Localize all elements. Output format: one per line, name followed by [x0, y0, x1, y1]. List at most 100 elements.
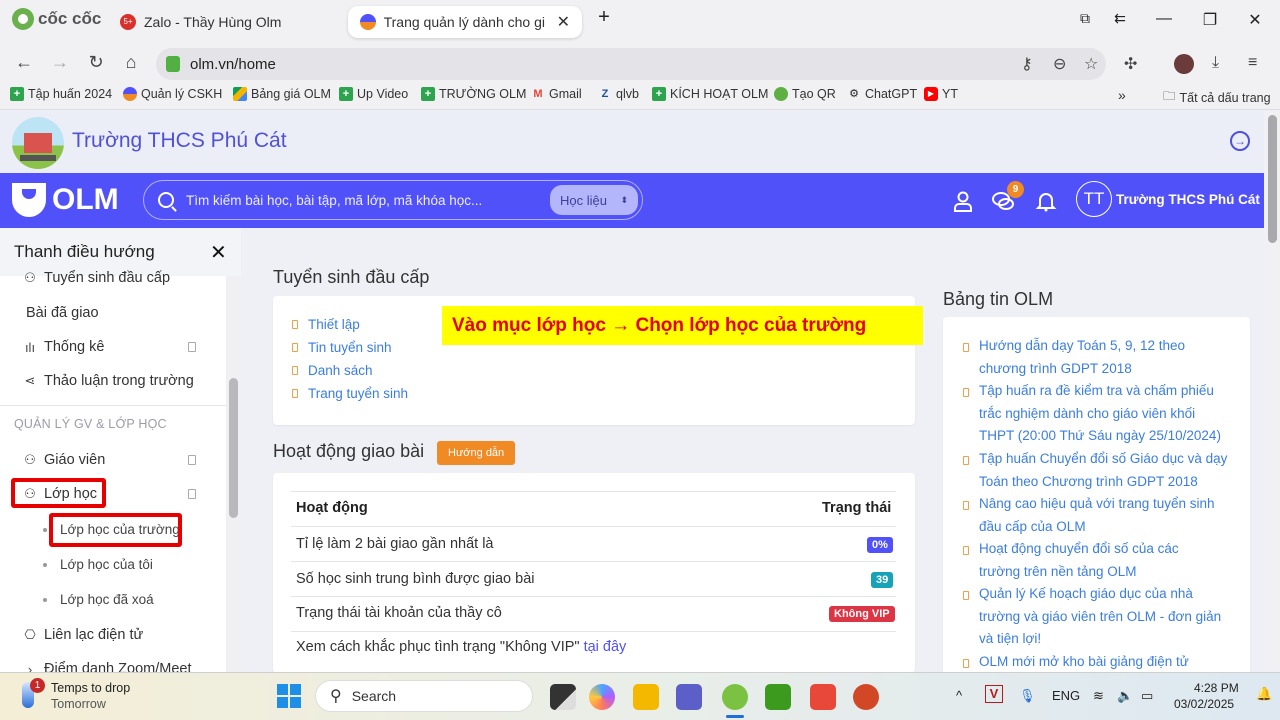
vietkey-icon[interactable]: V [985, 685, 1003, 703]
tab-zalo[interactable]: 5+ Zalo - Thầy Hùng Olm [108, 6, 293, 38]
wifi-icon[interactable]: ≋ [1093, 688, 1104, 704]
camtasia-green-icon[interactable] [765, 684, 791, 710]
sidebar-item-tuyen-sinh[interactable]: ⚇ Tuyển sinh đầu cấp [22, 270, 170, 286]
extensions-icon[interactable]: ✣ [1124, 54, 1137, 74]
sidebar-subitem-lop-hoc-da-xoa[interactable]: Lớp học đã xoá [60, 592, 154, 607]
bookmark-tao-qr[interactable]: Tạo QR [774, 87, 836, 101]
expand-icon[interactable] [188, 455, 196, 465]
bookmark-tap-huan[interactable]: + Tập huấn 2024 [10, 87, 112, 101]
tray-overflow-chevron-icon[interactable]: ^ [956, 688, 962, 703]
download-icon[interactable]: ⤓ [1212, 54, 1219, 72]
news-item[interactable]: Tập huấn Chuyển đổi số Giáo dục và dạy T… [979, 448, 1229, 493]
more-bookmarks-button[interactable]: » [1118, 87, 1126, 103]
url-text[interactable]: olm.vn/home [190, 56, 276, 73]
language-indicator[interactable]: ENG [1052, 688, 1080, 703]
bookmark-bang-gia[interactable]: Bảng giá OLM [233, 87, 331, 101]
fix-vip-link[interactable]: tại đây [584, 639, 627, 655]
home-button[interactable]: ⌂ [119, 52, 143, 73]
user-icon[interactable] [951, 189, 975, 213]
sidebar-item-giao-vien[interactable]: ⚇ Giáo viên [22, 452, 105, 468]
sidebar-subitem-lop-hoc-cua-toi[interactable]: Lớp học của tôi [60, 557, 153, 572]
sidebar-item-thao-luan[interactable]: ⋖ Thảo luận trong trường [22, 373, 194, 389]
coccoc-taskbar-icon[interactable] [722, 684, 748, 710]
minimize-button[interactable]: — [1152, 10, 1176, 28]
bookmark-gmail[interactable]: M Gmail [531, 87, 581, 101]
windows-start-icon[interactable] [277, 684, 301, 708]
volume-icon[interactable]: 🔈 [1117, 688, 1133, 704]
column-header-status: Trạng thái [822, 500, 892, 516]
arrow-right-circle-icon[interactable]: → [1230, 131, 1250, 151]
news-item[interactable]: Quản lý Kế hoạch giáo dục của nhà trường… [979, 583, 1229, 651]
file-explorer-icon[interactable] [633, 684, 659, 710]
search-input[interactable] [186, 192, 536, 208]
school-name[interactable]: Trường THCS Phú Cát [72, 129, 287, 153]
back-button[interactable]: ← [12, 52, 36, 73]
weather-title[interactable]: Temps to drop [51, 681, 130, 695]
new-tab-button[interactable]: + [592, 6, 616, 29]
bookmark-kich-hoat[interactable]: + KÍCH HOẠT OLM [652, 87, 768, 101]
user-avatar[interactable]: TT [1076, 181, 1112, 217]
news-item[interactable]: Hướng dẫn dạy Toán 5, 9, 12 theo chương … [979, 335, 1229, 380]
search-scope-select[interactable]: Học liệu ⬍ [550, 185, 638, 215]
expand-icon[interactable] [188, 489, 196, 499]
bookmark-star-icon[interactable]: ☆ [1084, 54, 1098, 74]
page-scrollbar-thumb[interactable] [1268, 115, 1277, 243]
news-item[interactable]: Nâng cao hiệu quả với trang tuyển sinh đ… [979, 493, 1229, 538]
profile-avatar[interactable] [1174, 54, 1194, 74]
copilot-icon[interactable] [589, 684, 615, 710]
admission-link-tin-tuyen-sinh[interactable]: Tin tuyển sinh [292, 340, 392, 355]
weather-badge: 1 [30, 678, 45, 693]
teams-icon[interactable] [676, 684, 702, 710]
bell-icon[interactable] [1034, 189, 1058, 213]
search-icon: ⚲ [330, 688, 342, 705]
clock-time[interactable]: 4:28 PM [1194, 681, 1239, 695]
sidebar-item-bai-da-giao[interactable]: Bài đã giao [26, 305, 99, 321]
bookmark-chatgpt[interactable]: ⚙ ChatGPT [847, 87, 917, 101]
admission-link-thiet-lap[interactable]: Thiết lập [292, 317, 360, 332]
user-name[interactable]: Trường THCS Phú Cát [1116, 192, 1260, 207]
menu-icon[interactable]: ≡ [1248, 54, 1257, 72]
bookmark-quan-ly-cskh[interactable]: Quản lý CSKH [123, 87, 222, 101]
reload-button[interactable]: ↻ [84, 52, 108, 73]
expand-icon[interactable] [188, 342, 196, 352]
task-view-icon[interactable] [550, 684, 576, 710]
admission-link-danh-sach[interactable]: Danh sách [292, 363, 373, 378]
sidebar-item-diem-danh[interactable]: › Điểm danh Zoom/Meet [22, 661, 192, 673]
clock-date[interactable]: 03/02/2025 [1174, 697, 1234, 711]
address-bar[interactable]: olm.vn/home [156, 48, 1106, 80]
news-item[interactable]: Hoạt động chuyển đổi số của các trường t… [979, 538, 1194, 583]
news-item[interactable]: Tập huấn ra đề kiểm tra và chấm phiếu tr… [979, 380, 1229, 448]
folder-icon: 🗀 [1163, 89, 1176, 103]
all-bookmarks-button[interactable]: 🗀 Tất cả dấu trang [1163, 87, 1271, 108]
bookmark-yt[interactable]: ▶ YT [924, 87, 958, 101]
window-close-button[interactable]: ✕ [1243, 10, 1267, 30]
forward-button[interactable]: → [48, 52, 72, 73]
close-sidebar-icon[interactable]: ✕ [210, 240, 227, 265]
bookmark-qlvb[interactable]: Zqlvb [598, 87, 639, 101]
tab-olm-active[interactable]: Trang quản lý dành cho giáo ✕ [348, 6, 582, 38]
notification-bell-icon[interactable]: 🔔 [1256, 686, 1272, 702]
zoom-out-icon[interactable]: ⊖ [1053, 54, 1066, 74]
camtasia-red-icon[interactable] [810, 684, 836, 710]
sidebar-scrollbar-thumb[interactable] [229, 378, 238, 518]
back-history-icon[interactable]: ⇇ [1108, 10, 1132, 27]
password-key-icon[interactable]: ⚷ [1021, 54, 1033, 74]
bullet-icon [963, 591, 969, 600]
bookmark-truong-olm[interactable]: + TRƯỜNG OLM [421, 87, 526, 101]
taskbar-search[interactable]: ⚲ Search [315, 680, 533, 712]
battery-icon[interactable]: ▭ [1141, 688, 1153, 704]
guide-button[interactable]: Hướng dẫn [437, 441, 516, 465]
chevron-right-icon: › [27, 661, 33, 673]
microphone-icon[interactable]: 🎙 [1019, 688, 1036, 704]
sidebar-item-thong-ke[interactable]: ılı Thống kê [22, 339, 105, 355]
admission-link-trang-tuyen-sinh[interactable]: Trang tuyển sinh [292, 386, 408, 401]
bookmark-label: ChatGPT [865, 87, 918, 101]
powerpoint-icon[interactable] [853, 684, 879, 710]
close-tab-icon[interactable]: ✕ [557, 12, 570, 32]
bookmark-up-video[interactable]: + Up Video [339, 87, 408, 101]
olm-logo[interactable]: OLM [12, 183, 119, 217]
screen-capture-icon[interactable]: ⧉ [1073, 10, 1097, 27]
restore-button[interactable]: ❐ [1198, 10, 1222, 30]
sidebar-item-lien-lac[interactable]: ⎔ Liên lạc điện tử [22, 627, 143, 643]
news-item[interactable]: OLM mới mở kho bài giảng điện tử [979, 651, 1229, 674]
